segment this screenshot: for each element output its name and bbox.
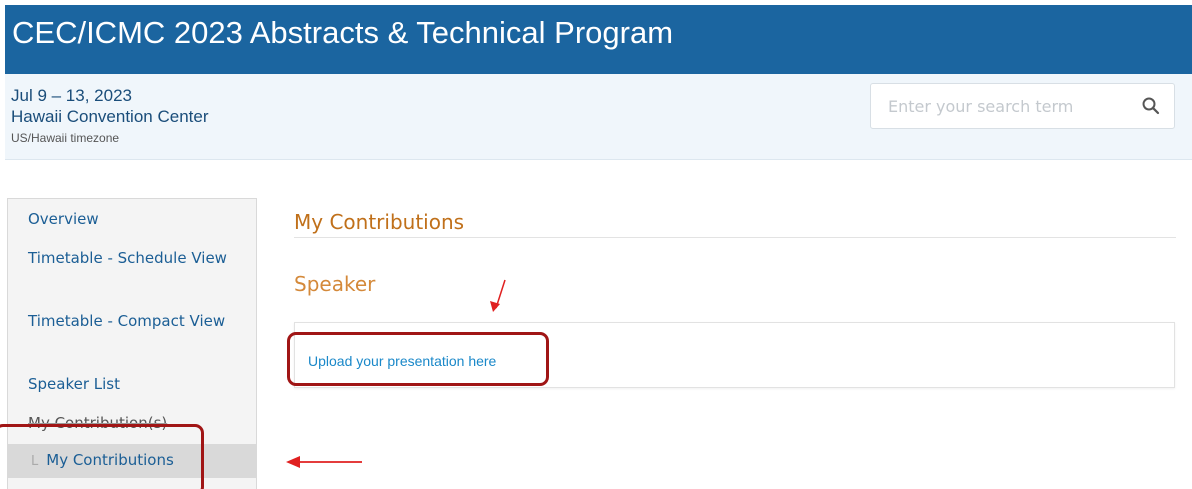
- page-title: My Contributions: [294, 210, 465, 234]
- sidebar-item-overview[interactable]: Overview: [28, 209, 238, 230]
- conference-title[interactable]: CEC/ICMC 2023 Abstracts & Technical Prog…: [12, 15, 673, 51]
- sidebar-item-speaker-list[interactable]: Speaker List: [28, 374, 238, 395]
- section-heading-speaker: Speaker: [294, 272, 376, 296]
- header: CEC/ICMC 2023 Abstracts & Technical Prog…: [0, 0, 1192, 74]
- event-dates: Jul 9 – 13, 2023: [11, 86, 132, 105]
- search-box: [870, 83, 1175, 129]
- annotation-arrow-down-icon: [490, 279, 506, 312]
- event-timezone: US/Hawaii timezone: [11, 131, 120, 145]
- annotation-highlight-upload: [287, 332, 549, 386]
- annotation-arrow-left-icon: [286, 456, 362, 468]
- annotation-highlight-sidebar: [0, 424, 204, 489]
- search-icon[interactable]: [1141, 96, 1161, 116]
- title-divider: [294, 237, 1176, 238]
- header-banner: CEC/ICMC 2023 Abstracts & Technical Prog…: [5, 5, 1192, 74]
- event-venue: Hawaii Convention Center: [11, 107, 209, 126]
- search-input[interactable]: [871, 84, 1131, 128]
- sidebar-item-timetable-compact[interactable]: Timetable - Compact View: [28, 311, 238, 332]
- sidebar-item-timetable-schedule[interactable]: Timetable - Schedule View: [28, 248, 238, 269]
